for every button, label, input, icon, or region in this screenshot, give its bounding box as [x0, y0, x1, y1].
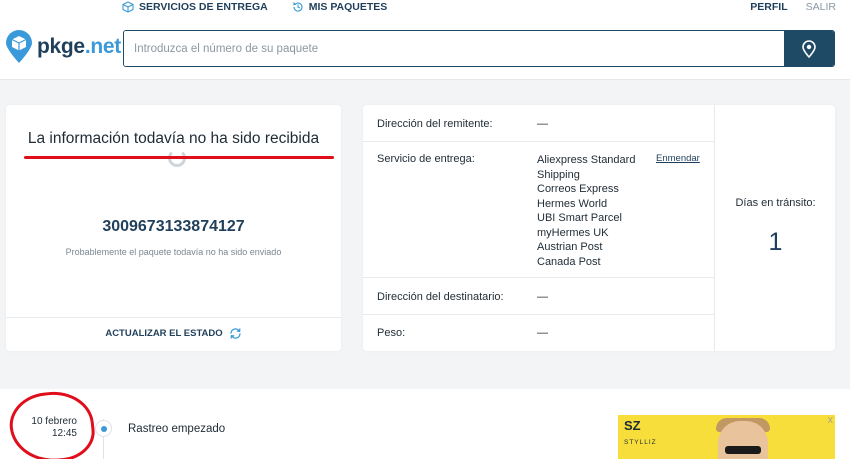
sender-value: — — [537, 118, 548, 130]
logo-pin-icon — [6, 30, 32, 63]
update-status-label: ACTUALIZAR EL ESTADO — [105, 328, 223, 339]
package-status-card: La información todavía no ha sido recibi… — [6, 105, 341, 351]
details-table: Dirección del remitente: — Servicio de e… — [363, 105, 715, 351]
status-title: La información todavía no ha sido recibi… — [27, 130, 320, 147]
search-input[interactable] — [124, 31, 784, 66]
annotation-circle — [6, 387, 98, 459]
box-icon — [122, 1, 134, 13]
search-button[interactable] — [784, 31, 834, 66]
service-list: Aliexpress Standard Shipping Correos Exp… — [537, 153, 635, 269]
ad-close-icon[interactable]: X — [828, 416, 833, 425]
detail-row-recipient: Dirección del destinatario: — — [363, 278, 715, 315]
nav-delivery-services[interactable]: SERVICIOS DE ENTREGA — [122, 1, 268, 13]
top-nav: SERVICIOS DE ENTREGA MIS PAQUETES — [122, 1, 387, 13]
timeline-event: Rastreo empezado — [128, 423, 226, 435]
timeline-section: 10 febrero 12:45 Rastreo empezado SZ STY… — [0, 387, 850, 459]
search-bar — [123, 30, 835, 67]
update-status-button[interactable]: ACTUALIZAR EL ESTADO — [6, 327, 341, 340]
auth-links: PERFIL SALIR — [750, 1, 836, 13]
ad-brand-name: STYLLIZ — [624, 439, 657, 446]
ad-image-sunglasses — [725, 446, 761, 454]
timeline-dot-icon — [95, 420, 112, 437]
tracking-number: 3009673133874127 — [102, 218, 245, 235]
service-item: Hermes World — [537, 197, 608, 210]
detail-row-weight: Peso: — — [363, 315, 715, 351]
ad-brand-logo: SZ — [624, 418, 641, 433]
weight-value: — — [537, 327, 548, 339]
nav-my-packages[interactable]: MIS PAQUETES — [292, 1, 388, 13]
nav-delivery-services-label: SERVICIOS DE ENTREGA — [139, 1, 268, 13]
recipient-value: — — [537, 291, 548, 303]
annotation-underline — [24, 156, 334, 159]
service-item: Shipping — [537, 168, 580, 181]
divider — [6, 317, 341, 318]
service-item: Canada Post — [537, 255, 601, 268]
edit-service-link[interactable]: Enmendar — [656, 153, 700, 164]
sender-label: Dirección del remitente: — [377, 118, 493, 130]
status-note: Probablemente el paquete todavía no ha s… — [65, 247, 282, 257]
logo[interactable]: pkge.net — [4, 30, 121, 64]
service-item: UBI Smart Parcel — [537, 212, 622, 224]
location-pin-icon — [802, 39, 816, 58]
service-label: Servicio de entrega: — [377, 153, 475, 165]
transit-days-value: 1 — [768, 228, 783, 256]
logo-text: pkge.net — [37, 35, 121, 58]
detail-row-service: Servicio de entrega: Aliexpress Standard… — [363, 142, 715, 278]
service-item: Aliexpress Standard — [537, 154, 636, 166]
weight-label: Peso: — [377, 327, 406, 339]
transit-days-label: Días en tránsito: — [735, 197, 816, 209]
history-icon — [292, 2, 303, 12]
detail-row-sender: Dirección del remitente: — — [363, 105, 715, 142]
refresh-icon — [230, 328, 241, 339]
package-details-card: Dirección del remitente: — Servicio de e… — [363, 105, 835, 351]
service-item: myHermes UK — [537, 226, 609, 239]
advertisement-banner[interactable]: SZ STYLLIZ X — [618, 415, 835, 459]
service-item: Austrian Post — [537, 241, 603, 253]
header: SERVICIOS DE ENTREGA MIS PAQUETES PERFIL… — [0, 0, 850, 80]
service-item: Correos Express — [537, 183, 619, 195]
nav-my-packages-label: MIS PAQUETES — [308, 1, 388, 13]
logout-link[interactable]: SALIR — [806, 1, 836, 13]
profile-link[interactable]: PERFIL — [750, 1, 787, 13]
recipient-label: Dirección del destinatario: — [377, 291, 504, 303]
transit-days-panel: Días en tránsito: 1 — [716, 105, 835, 351]
